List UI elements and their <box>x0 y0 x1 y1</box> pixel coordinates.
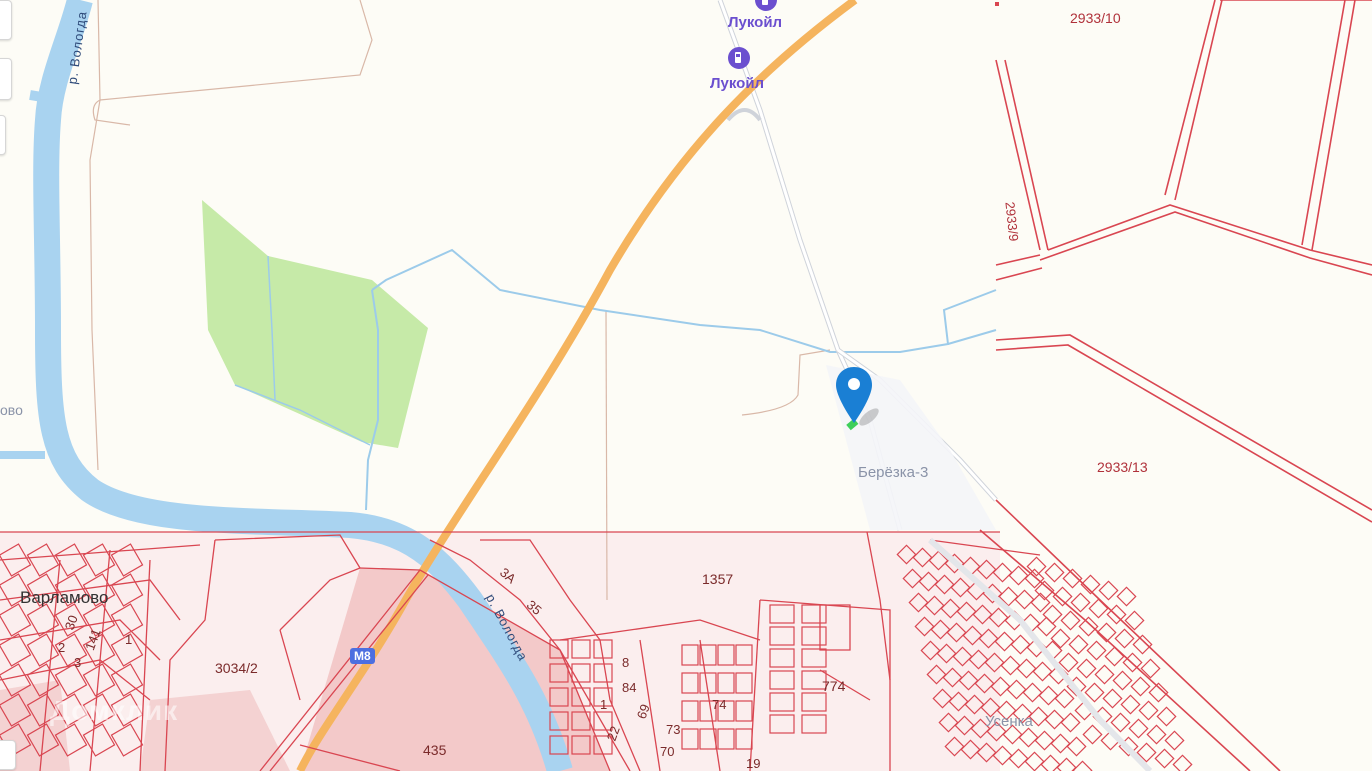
place-label-partial: ово <box>0 402 23 418</box>
parcel-cell <box>1042 604 1063 625</box>
parcel-cell <box>1062 568 1083 589</box>
parcel-label[interactable]: 8 <box>622 655 629 670</box>
parcel-cell <box>1044 562 1065 583</box>
parcel-cell <box>1084 682 1105 703</box>
map-canvas <box>0 0 1372 771</box>
parcel-cell <box>1130 676 1151 697</box>
parcel-cell <box>1024 751 1045 771</box>
parcel-cell <box>1078 616 1099 637</box>
parcel-cell <box>1098 580 1119 601</box>
parcel-cell <box>1104 646 1125 667</box>
parcel-cell <box>1068 634 1089 655</box>
parcel-label[interactable]: 774 <box>822 678 845 694</box>
parcel-cell <box>1036 616 1057 637</box>
parcel-label[interactable]: 435 <box>423 742 446 758</box>
parcel-cell <box>1052 586 1073 607</box>
parcel-cell <box>1040 754 1061 771</box>
parcel-cell <box>1032 661 1053 682</box>
forest-area <box>202 200 428 448</box>
parcel-cell <box>1110 712 1131 733</box>
road-number-badge: М8 <box>350 648 375 664</box>
parcel-cell <box>1016 658 1037 679</box>
poi-label-lukoil[interactable]: Лукойл <box>728 14 782 31</box>
parcel-label[interactable]: 19 <box>746 756 760 771</box>
parcel-label[interactable]: 84 <box>622 680 636 695</box>
parcel-cell <box>1076 658 1097 679</box>
parcel-cell <box>1008 748 1029 769</box>
parcel-cell <box>1066 736 1087 757</box>
parcel-cell <box>1082 724 1103 745</box>
parcel-cell <box>1116 586 1137 607</box>
parcel-outlines <box>979 0 1372 771</box>
map-corner-button[interactable] <box>0 740 16 770</box>
parcel-cell <box>1120 694 1141 715</box>
parcel-cell <box>1114 628 1135 649</box>
parcel-cell <box>1070 592 1091 613</box>
parcel-cell <box>1056 757 1077 771</box>
parcel-label[interactable]: 74 <box>712 697 726 712</box>
map-view[interactable]: Лукойл Лукойл р. Вологда р. Вологда Варл… <box>0 0 1372 771</box>
parcel-cell <box>1060 712 1081 733</box>
parcel-cell <box>1006 679 1027 700</box>
fuel-icon[interactable] <box>727 46 751 70</box>
place-label-varlamovo: Варламово <box>20 588 109 607</box>
location-pin-icon[interactable] <box>835 365 891 437</box>
parcel-label[interactable]: 3034/2 <box>215 660 258 676</box>
parcel-cell <box>1112 670 1133 691</box>
parcel-label[interactable]: 73 <box>666 722 680 737</box>
parcel-cell <box>1154 748 1175 769</box>
parcel-label[interactable]: 3 <box>74 655 81 670</box>
parcel-cell <box>1022 682 1043 703</box>
parcel-cell <box>1072 760 1093 771</box>
parcel-cell <box>1094 664 1115 685</box>
parcel-label[interactable]: 2933/13 <box>1097 459 1148 475</box>
parcel-cell <box>1138 700 1159 721</box>
parcel-cell <box>1050 628 1071 649</box>
parcel-cell <box>1086 640 1107 661</box>
place-label-usenka: Усенка <box>985 713 1033 730</box>
parcel-label[interactable]: 2933/10 <box>1070 10 1121 26</box>
parcel-cell <box>1010 634 1031 655</box>
parcel-label[interactable]: 2 <box>58 640 65 655</box>
place-label-beryozka: Берёзка-3 <box>858 464 929 481</box>
parcel-cell <box>1102 688 1123 709</box>
zoom-control-button[interactable] <box>0 58 12 100</box>
parcel-cell <box>1088 598 1109 619</box>
parcel-cell <box>1164 730 1185 751</box>
parcel-cell <box>1038 685 1059 706</box>
parcel-cell <box>1132 634 1153 655</box>
watermark-logo: Домклик <box>50 695 179 726</box>
parcel-cell <box>1044 709 1065 730</box>
layers-control-button[interactable] <box>0 115 6 155</box>
fuel-icon[interactable] <box>754 0 778 12</box>
parcel-label[interactable]: 1 <box>600 697 607 712</box>
parcel-cell <box>1034 730 1055 751</box>
parcel-cell <box>1146 724 1167 745</box>
parcel-cell <box>1018 727 1039 748</box>
parcel-cell <box>1172 754 1193 771</box>
poi-label-lukoil[interactable]: Лукойл <box>710 75 764 92</box>
parcel-cell <box>1128 718 1149 739</box>
parcel-label[interactable]: 1357 <box>702 571 733 587</box>
map-control-button[interactable] <box>0 0 12 40</box>
parcel-label[interactable]: 70 <box>660 744 674 759</box>
parcel-cell <box>1156 706 1177 727</box>
parcel-cell <box>1000 655 1021 676</box>
parcel-cell <box>1014 589 1035 610</box>
parcel-label[interactable]: 1 <box>125 632 132 647</box>
parcel-cell <box>1050 733 1071 754</box>
parcel-cell <box>1054 688 1075 709</box>
